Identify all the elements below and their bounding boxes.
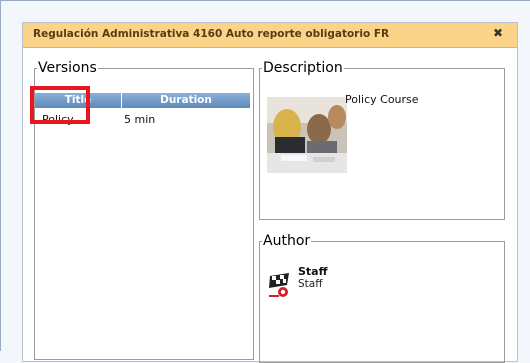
table-row[interactable]: Policy 5 min bbox=[35, 113, 250, 129]
checkered-flag-logo-icon bbox=[267, 271, 295, 299]
dialog-title: Regulación Administrativa 4160 Auto repo… bbox=[33, 28, 390, 40]
dialog-titlebar: Regulación Administrativa 4160 Auto repo… bbox=[23, 23, 517, 48]
version-title-cell[interactable]: Policy bbox=[42, 113, 74, 126]
description-text: Policy Course bbox=[345, 93, 419, 106]
author-role: Staff bbox=[298, 278, 323, 290]
versions-table-header: Title Duration bbox=[35, 93, 250, 108]
author-name: Staff bbox=[298, 265, 328, 278]
version-duration-cell: 5 min bbox=[124, 113, 156, 126]
author-legend: Author bbox=[263, 233, 311, 249]
versions-panel: Versions Title Duration Policy 5 min bbox=[34, 60, 254, 360]
column-header-duration[interactable]: Duration bbox=[122, 93, 250, 108]
versions-legend: Versions bbox=[38, 60, 97, 76]
column-header-title[interactable]: Title bbox=[35, 93, 122, 108]
description-panel: Description Policy Course bbox=[259, 60, 505, 220]
meeting-photo-icon bbox=[267, 97, 347, 173]
close-icon[interactable]: ✖ bbox=[491, 26, 505, 42]
course-dialog: Regulación Administrativa 4160 Auto repo… bbox=[22, 22, 518, 363]
author-panel: Author Staff Staff bbox=[259, 233, 505, 363]
description-legend: Description bbox=[263, 60, 343, 76]
